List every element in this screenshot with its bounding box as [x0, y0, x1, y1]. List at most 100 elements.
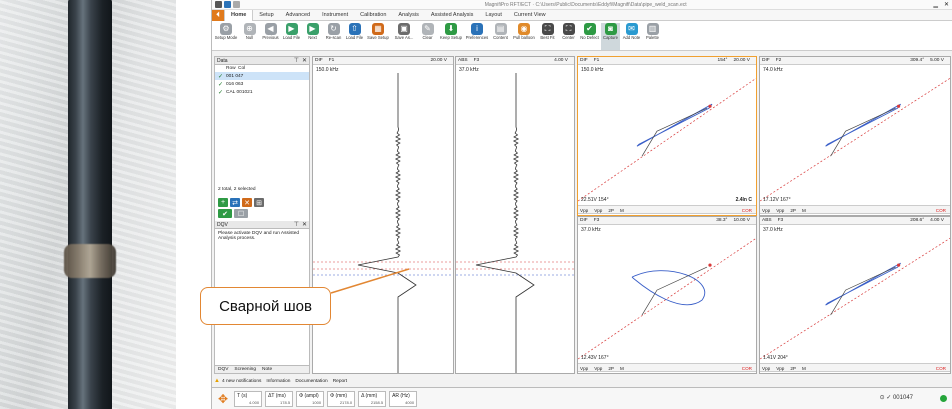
signal-point — [897, 104, 901, 108]
ribbon-button[interactable]: ◀ Previous — [261, 23, 280, 50]
close-icon[interactable]: ✕ — [944, 1, 949, 8]
ribbon-button-label: Load File — [282, 35, 301, 40]
dqv-title: DQV — [217, 221, 228, 228]
lissajous-panel[interactable]: DIF F2 309.4° 5.00 V 74.0 kHz 17.12V 167° Vpp V… — [759, 56, 951, 216]
control-button[interactable]: M — [620, 366, 624, 371]
list-item[interactable]: ✓ 001 047 — [215, 72, 309, 80]
measurement-cells: T (s) 4.000 ΔT (ms) 178.5 Φ (ampl) 1000 Φ (mm)… — [234, 390, 420, 407]
bottom-tab[interactable]: Screening — [231, 366, 259, 373]
ribbon-button[interactable]: ▥ Palette — [643, 23, 662, 50]
ribbon-button-label: No Defect — [580, 35, 599, 40]
control-button[interactable]: Vpp — [762, 208, 770, 213]
list-item[interactable]: ✓ 016 063 — [215, 80, 309, 88]
measurement-value: 2178.0 — [339, 399, 353, 405]
pin-icon: ⬇ — [445, 23, 457, 35]
previous-icon: ◀ — [264, 23, 277, 35]
control-button[interactable]: Vpp — [762, 366, 770, 371]
save-icon[interactable] — [224, 1, 231, 8]
ribbon-button[interactable]: ▦ Save Setup — [366, 23, 390, 50]
save-setup-icon: ▦ — [372, 23, 384, 35]
control-button[interactable]: Vpp — [594, 208, 602, 213]
control-button[interactable]: M — [620, 208, 624, 213]
lissajous-panel[interactable]: ABS F3 208.6° 4.00 V 37.0 kHz 1.41V 204° Vpp Vp… — [759, 216, 951, 374]
menu-tab[interactable]: Home — [224, 9, 254, 21]
control-button[interactable]: Vpp — [776, 208, 784, 213]
delete-icon[interactable]: ✕ — [242, 198, 252, 207]
ribbon-button[interactable]: ◙ Capture — [601, 23, 620, 50]
ribbon-button[interactable]: ⇧ Load File — [345, 23, 364, 50]
measurement-value: 4.000 — [249, 399, 260, 405]
menu-tab[interactable]: Layout — [479, 10, 508, 21]
back-icon[interactable]: ⏴ — [212, 9, 224, 21]
control-button[interactable]: Vpp — [580, 208, 588, 213]
ribbon-button[interactable]: ◉ Pull balloon — [512, 23, 536, 50]
ribbon-button[interactable]: ✉ Add Note — [622, 23, 641, 50]
signal-point — [897, 263, 901, 267]
filter-icon[interactable]: ⊞ — [254, 198, 264, 207]
control-button[interactable]: M — [802, 208, 806, 213]
ribbon-button[interactable]: ▣ Save As... — [392, 23, 416, 50]
lissajous-panel[interactable]: DIF F1 154° 20.00 V 150.0 kHz 22.51V 154° 2.4I… — [577, 56, 757, 216]
ribbon-button[interactable]: ⊕ Null — [240, 23, 259, 50]
info-link[interactable]: Information — [266, 379, 290, 384]
check-icon[interactable]: ✓ — [218, 89, 226, 96]
signal-point — [708, 104, 712, 108]
ribbon-button[interactable]: ⚙ Setup Mode — [214, 23, 238, 50]
lissajous-reading: 22.51V 154° — [581, 197, 609, 203]
lissajous-plot — [760, 237, 950, 360]
ribbon-button[interactable]: i Preferences — [465, 23, 489, 50]
menu-tab[interactable]: Advanced — [280, 10, 316, 21]
control-button[interactable]: 2P — [608, 208, 614, 213]
check-icon[interactable]: ✓ — [218, 73, 226, 80]
check-all-icon[interactable]: ✔ — [218, 209, 232, 218]
lissajous-panel[interactable]: DIF F3 38.3° 10.00 V 37.0 kHz 12.43V 167° Vpp V… — [577, 216, 757, 374]
menu-tab[interactable]: Calibration — [354, 10, 392, 21]
bottom-tab[interactable]: DQV — [215, 366, 231, 373]
control-button[interactable]: Vpp — [776, 366, 784, 371]
add-icon[interactable]: + — [218, 198, 228, 207]
control-button[interactable]: M — [802, 366, 806, 371]
uncheck-all-icon[interactable]: ☐ — [234, 209, 248, 218]
measurement-value: 4000 — [405, 399, 415, 405]
ribbon-button[interactable]: ▤ Content — [491, 23, 510, 50]
menu-tab[interactable]: Instrument — [316, 10, 354, 21]
bottom-tab[interactable]: Note — [259, 366, 275, 373]
ribbon-button[interactable]: ⛶ Best Fit — [538, 23, 557, 50]
close-icon[interactable]: ✕ — [302, 57, 307, 64]
ribbon-button[interactable]: ⬇ Keep Setup — [439, 23, 463, 50]
minimize-icon[interactable]: ▁ — [933, 1, 938, 8]
menu-tab[interactable]: Setup — [253, 10, 279, 21]
undo-icon[interactable] — [233, 1, 240, 8]
ribbon-button[interactable]: ▶ Next — [303, 23, 322, 50]
list-item[interactable]: ✓ CAL 001021 — [215, 88, 309, 96]
control-button[interactable]: 2P — [790, 366, 796, 371]
check-icon[interactable]: ✓ — [218, 81, 226, 88]
position-readout: ⊙ ✓ 001047 — [879, 395, 913, 401]
warning-icon: ▲ — [214, 378, 220, 384]
control-button[interactable]: 2P — [790, 208, 796, 213]
notifications-link[interactable]: 4 new notifications — [222, 379, 261, 384]
menu-tab[interactable]: Current View — [508, 10, 552, 21]
strip-chart-2[interactable]: ABS F3 4.00 V 37.0 kHz — [455, 56, 575, 374]
report-link[interactable]: Report — [333, 379, 347, 384]
menu-tab[interactable]: Assisted Analysis — [425, 10, 480, 21]
documentation-link[interactable]: Documentation — [295, 379, 327, 384]
control-button[interactable]: 2P — [608, 366, 614, 371]
ribbon-button[interactable]: ✎ Clear — [418, 23, 437, 50]
cursor-tools-icon[interactable]: ✥ — [218, 392, 228, 406]
ribbon-button-label: Null — [245, 35, 254, 40]
close-icon[interactable]: ✕ — [302, 221, 307, 228]
pin-icon[interactable]: ⊤ — [294, 57, 299, 64]
ribbon-button[interactable]: ⛶ Center — [559, 23, 578, 50]
signal-trace — [641, 266, 708, 316]
merge-icon[interactable]: ⇄ — [230, 198, 240, 207]
control-button[interactable]: Vpp — [580, 366, 588, 371]
lissajous-controls: Vpp Vpp 2P M COR — [578, 363, 756, 372]
control-button[interactable]: Vpp — [594, 366, 602, 371]
menu-tab[interactable]: Analysis — [392, 10, 424, 21]
strip-chart-1[interactable]: DIF F1 20.00 V 150.0 kHz — [312, 56, 454, 374]
pin-icon[interactable]: ⊤ — [294, 221, 299, 228]
ribbon-button[interactable]: ↻ Re-scan — [324, 23, 343, 50]
ribbon-button[interactable]: ✔ No Defect — [580, 23, 599, 50]
ribbon-button[interactable]: ▶ Load File — [282, 23, 301, 50]
